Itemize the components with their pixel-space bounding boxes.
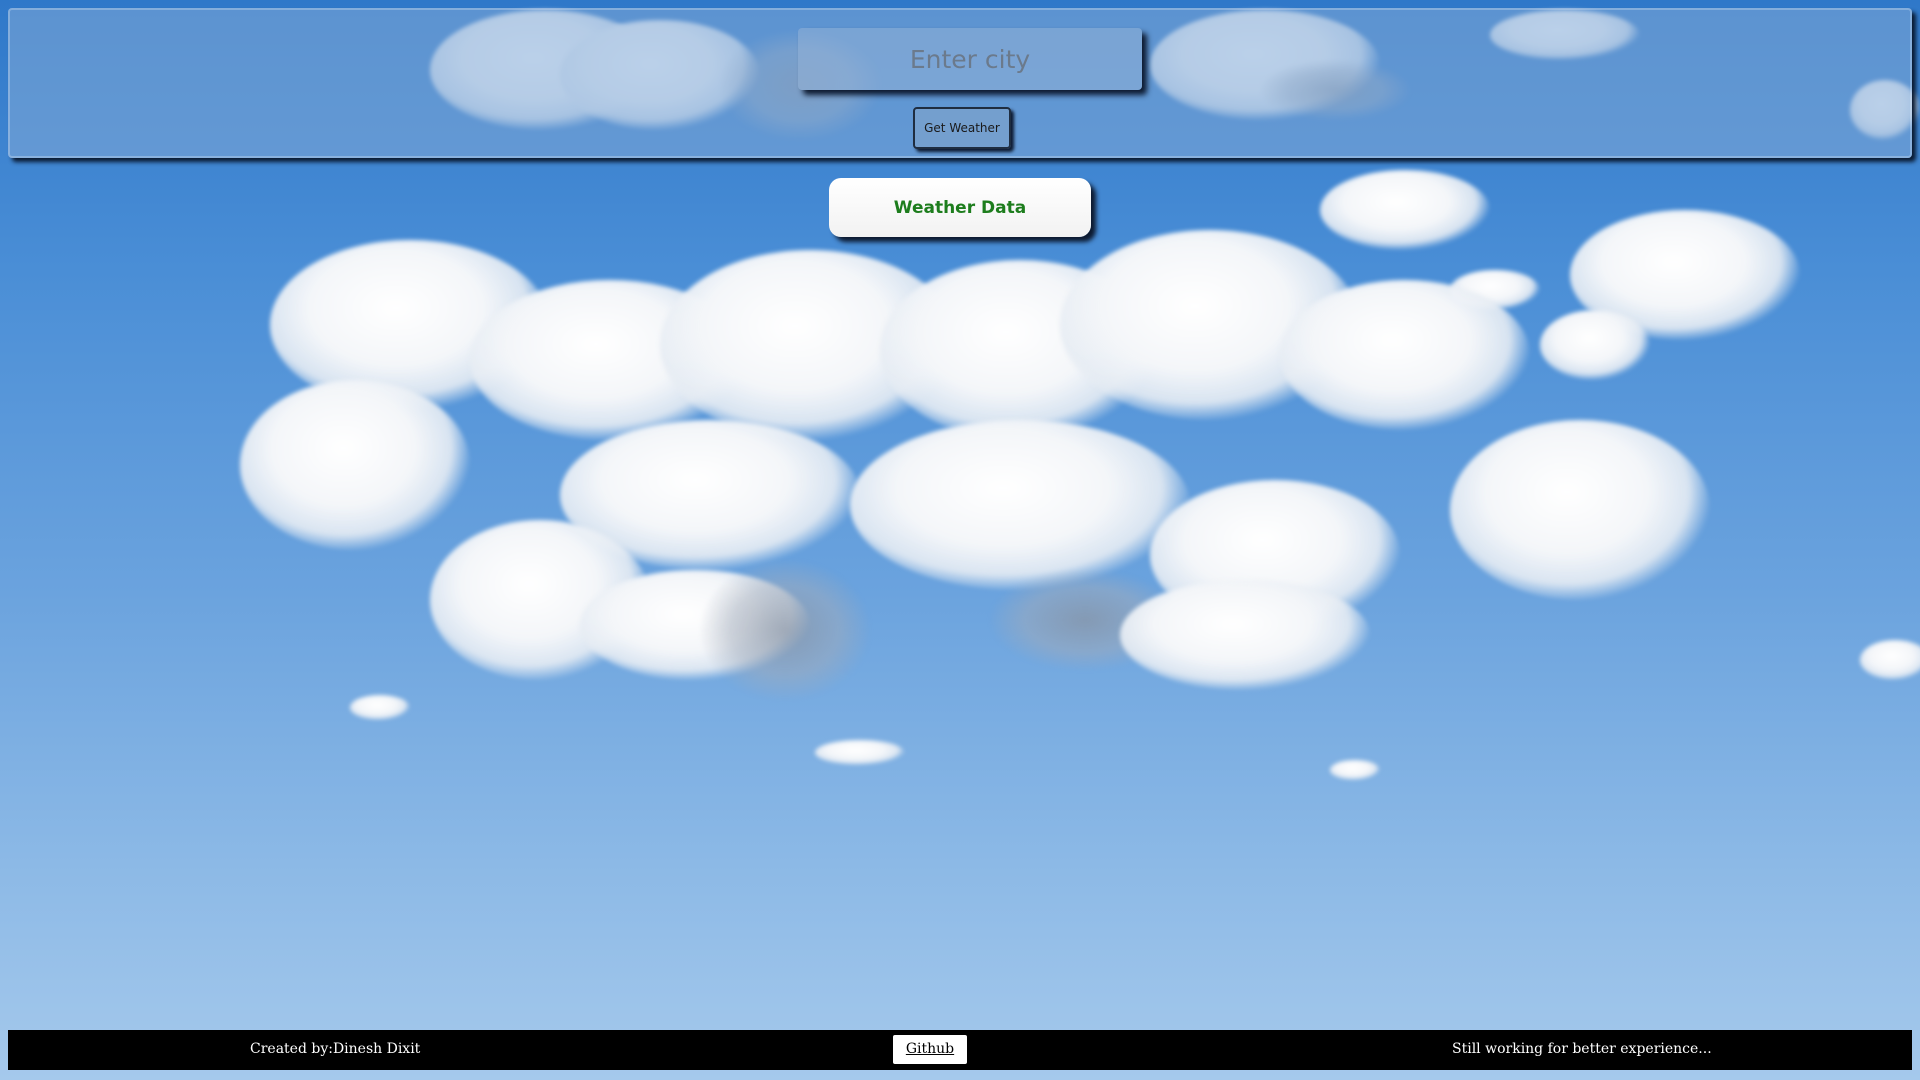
cloud <box>1320 170 1490 250</box>
get-weather-button[interactable]: Get Weather <box>913 107 1011 149</box>
github-link[interactable]: Github <box>893 1035 967 1064</box>
cloud <box>350 695 410 720</box>
cloud <box>1330 760 1380 780</box>
footer-credit: Created by:Dinesh Dixit <box>250 1041 421 1057</box>
cloud <box>815 740 905 765</box>
city-input[interactable] <box>798 28 1142 90</box>
sky-background <box>0 0 1920 1080</box>
cloud <box>1540 310 1650 380</box>
search-panel: Get Weather <box>8 8 1912 158</box>
cloud <box>850 420 1190 590</box>
weather-data-title: Weather Data <box>893 197 1027 218</box>
footer: Created by:Dinesh Dixit Github Still wor… <box>8 1030 1912 1070</box>
cloud-shadow <box>700 560 870 700</box>
cloud <box>1860 640 1920 680</box>
cloud <box>1280 280 1530 430</box>
weather-data-card: Weather Data <box>829 178 1091 237</box>
footer-status: Still working for better experience... <box>1452 1041 1712 1057</box>
cloud <box>1450 420 1710 600</box>
cloud <box>240 380 470 550</box>
cloud <box>1120 580 1370 690</box>
